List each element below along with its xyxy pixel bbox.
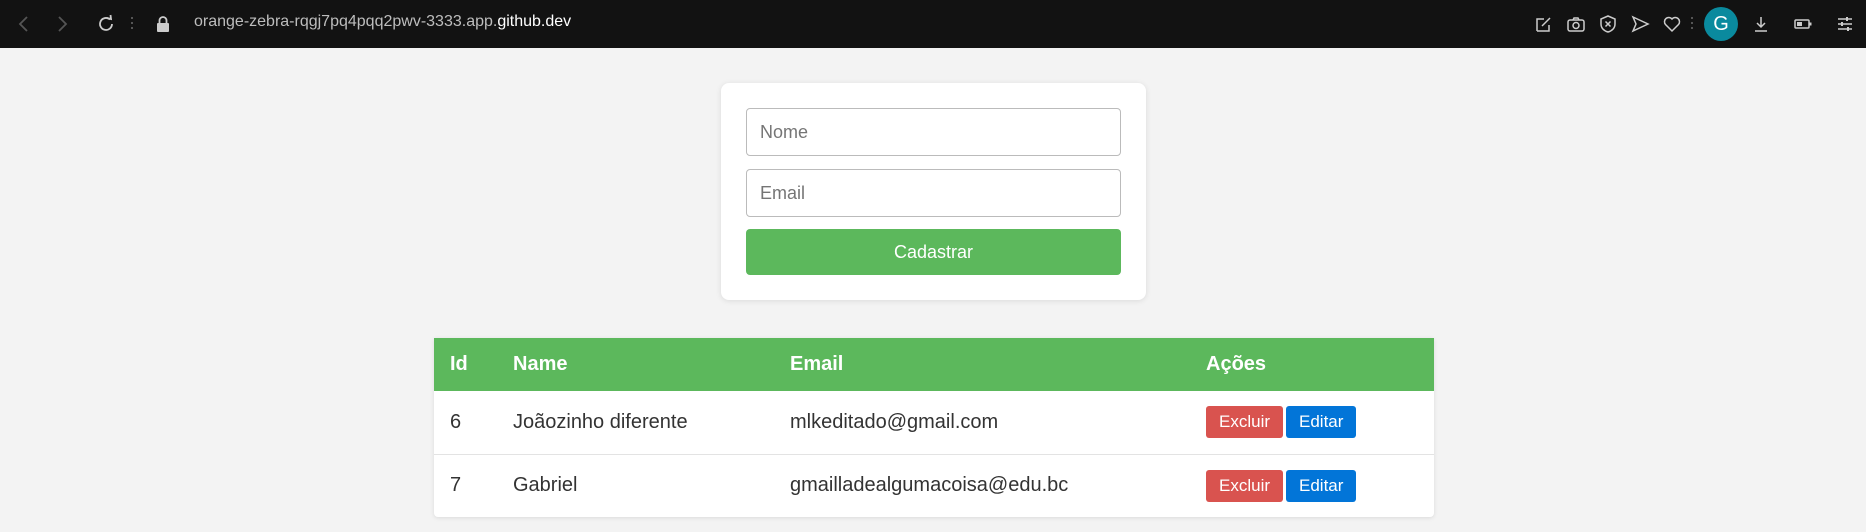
download-icon[interactable] [1749, 12, 1773, 36]
shield-icon[interactable] [1596, 12, 1620, 36]
cell-name: Gabriel [513, 474, 578, 497]
battery-icon[interactable] [1791, 12, 1815, 36]
email-input[interactable] [746, 169, 1121, 217]
cell-actions: Excluir Editar [1190, 391, 1434, 454]
back-icon[interactable] [12, 12, 36, 36]
name-input[interactable] [746, 108, 1121, 156]
url-host: github.dev [497, 13, 572, 30]
edit-page-icon[interactable] [1532, 12, 1556, 36]
heart-icon[interactable] [1660, 12, 1684, 36]
header-actions: Ações [1206, 353, 1267, 375]
header-name: Name [513, 353, 568, 375]
settings-sliders-icon[interactable] [1833, 12, 1857, 36]
delete-button[interactable]: Excluir [1206, 469, 1284, 502]
table-row: 7 Gabriel gmailladealgumacoisa@edu.bc Ex… [434, 454, 1434, 517]
browser-toolbar: orange-zebra-rqgj7pq4pqq2pwv-3333.app.gi… [0, 0, 1866, 48]
header-id: Id [450, 353, 468, 375]
separator-dots-icon [131, 17, 134, 31]
register-form-card: Cadastrar [721, 83, 1146, 300]
cell-name: Joãozinho diferente [513, 410, 688, 433]
separator-dots-icon [1691, 17, 1694, 31]
lock-icon[interactable] [151, 12, 175, 36]
header-email: Email [790, 353, 844, 375]
forward-icon[interactable] [50, 12, 74, 36]
table-row: 6 Joãozinho diferente mlkeditado@gmail.c… [434, 391, 1434, 454]
edit-button[interactable]: Editar [1286, 406, 1357, 439]
send-icon[interactable] [1628, 12, 1652, 36]
edit-button[interactable]: Editar [1286, 469, 1357, 502]
users-table-container: Id Name Email Ações 6 Joãozinho diferent… [434, 338, 1434, 517]
cell-email: gmailladealgumacoisa@edu.bc [790, 474, 1069, 497]
delete-button[interactable]: Excluir [1206, 406, 1284, 439]
camera-icon[interactable] [1564, 12, 1588, 36]
profile-avatar[interactable]: G [1704, 7, 1738, 41]
cell-id: 6 [450, 410, 462, 433]
cell-email: mlkeditado@gmail.com [790, 410, 999, 433]
cell-id: 7 [450, 474, 462, 497]
table-header-row: Id Name Email Ações [434, 338, 1434, 391]
url-prefix: orange-zebra-rqgj7pq4pqq2pwv-3333.app. [194, 13, 498, 30]
cell-actions: Excluir Editar [1190, 454, 1434, 517]
reload-icon[interactable] [94, 12, 118, 36]
address-bar[interactable]: orange-zebra-rqgj7pq4pqq2pwv-3333.app.gi… [194, 13, 571, 31]
users-table: Id Name Email Ações 6 Joãozinho diferent… [434, 338, 1434, 517]
register-button[interactable]: Cadastrar [746, 229, 1121, 275]
